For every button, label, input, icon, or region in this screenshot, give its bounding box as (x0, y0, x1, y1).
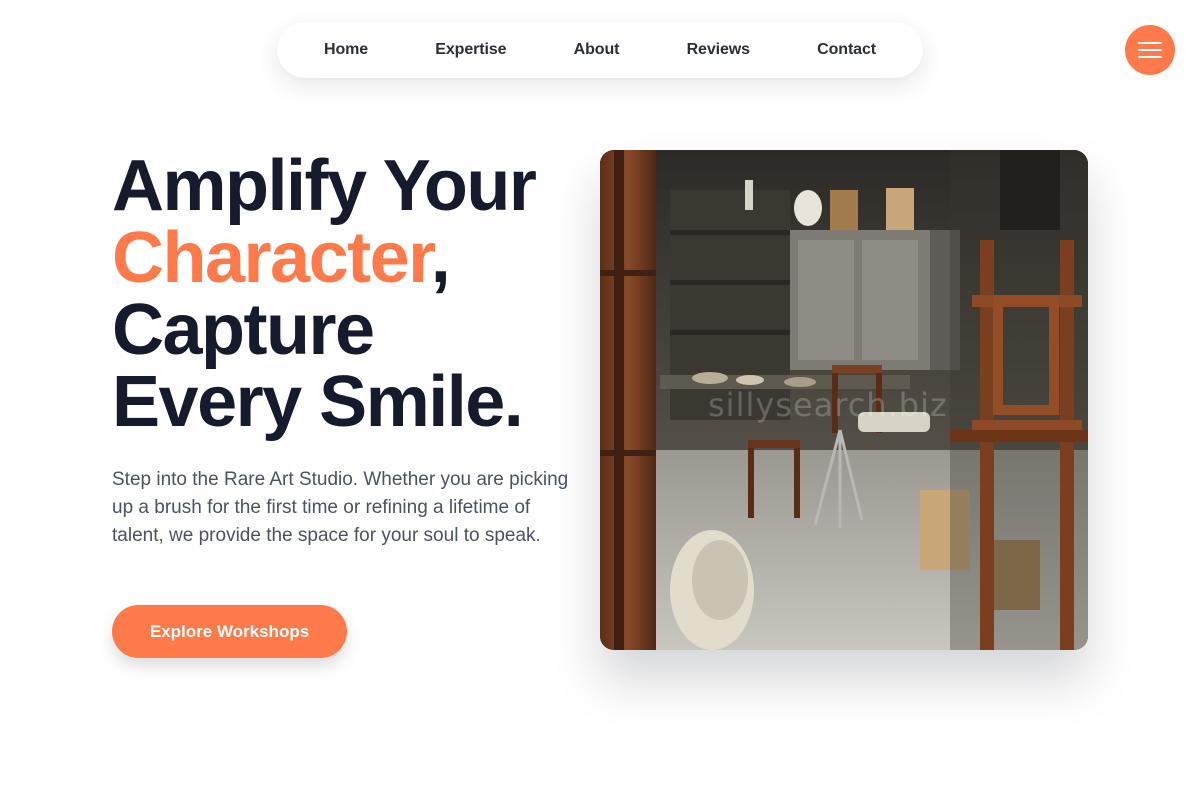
hero-title-accent: Character (112, 218, 432, 298)
hero-title-line-2: Character, (112, 222, 602, 294)
hero-title-line-1: Amplify Your (112, 146, 537, 226)
hero-title-line-3: Capture (112, 290, 375, 370)
nav-link-reviews[interactable]: Reviews (687, 41, 750, 59)
image-watermark: sillysearch.biz (708, 386, 948, 424)
hero-description: Step into the Rare Art Studio. Whether y… (112, 469, 569, 546)
hamburger-menu-icon-bar (1138, 56, 1162, 58)
hero-title-line-4: Every Smile. (112, 362, 524, 442)
nav-link-expertise[interactable]: Expertise (435, 41, 506, 59)
hamburger-menu-icon-bar (1138, 42, 1162, 44)
hero-title: Amplify Your Character, Capture Every Sm… (112, 150, 602, 438)
explore-workshops-button[interactable]: Explore Workshops (112, 605, 347, 658)
hamburger-menu-icon-bar (1138, 49, 1162, 51)
nav-link-contact[interactable]: Contact (817, 41, 876, 59)
nav-link-home[interactable]: Home (324, 41, 368, 59)
top-navigation: Home Expertise About Reviews Contact (277, 22, 923, 78)
page: Home Expertise About Reviews Contact Amp… (0, 0, 1200, 800)
menu-button[interactable] (1125, 25, 1175, 75)
nav-link-about[interactable]: About (574, 41, 620, 59)
studio-photo: sillysearch.biz (600, 150, 1088, 650)
hero-title-comma: , (430, 218, 451, 298)
